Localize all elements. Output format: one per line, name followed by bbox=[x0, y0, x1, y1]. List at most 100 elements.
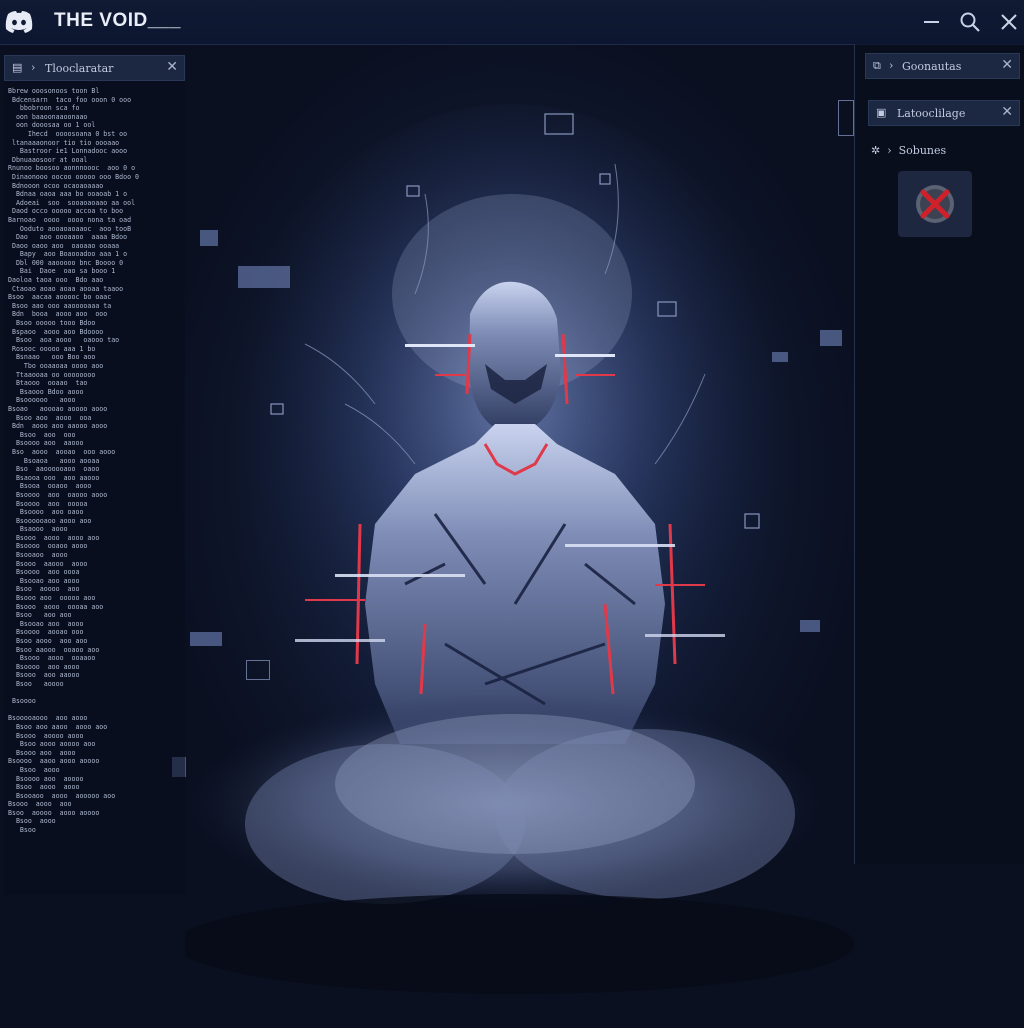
log-line: Bsooo aooo ooaaoo bbox=[8, 654, 96, 663]
close-icon[interactable]: ✕ bbox=[1001, 57, 1013, 73]
left-log-panel: ▤ › Tlooclaratar ✕ Bbrew ooosonoos toon … bbox=[4, 55, 185, 895]
log-line: oon baaoonaaoonaao bbox=[8, 112, 88, 121]
folder-icon: ⧉ bbox=[873, 59, 881, 72]
log-line: Ihecd oooosoana 0 bst oo bbox=[8, 129, 128, 138]
log-line: Bsoooo aoo oaooo aooo bbox=[8, 490, 108, 499]
log-line: Bsoo aaooo ooaoo aoo bbox=[8, 645, 100, 654]
log-line: Bdn booa aooo aoo ooo bbox=[8, 310, 108, 319]
log-line: Bsaooo Bdoo aooo bbox=[8, 387, 84, 396]
log-line: Bbrew ooosonoos toon Bl bbox=[8, 87, 100, 95]
log-line: Bsoo aoo aooo ooa bbox=[8, 413, 92, 422]
log-line: Bsoooo aoo ooooa bbox=[8, 499, 88, 508]
title-bar: THE VOID___ bbox=[0, 0, 1024, 45]
minimize-icon[interactable] bbox=[918, 9, 944, 35]
log-line: Dao aoo oooaaoo aaaa Bdoo bbox=[8, 233, 128, 242]
log-line: Daoloa taoa ooo Bdo aao bbox=[8, 276, 104, 285]
log-line: Bspaoo aooo aoo Bdoooo bbox=[8, 327, 104, 336]
left-panel-title: Tlooclaratar bbox=[45, 62, 114, 75]
log-line: Barnoao oooo oooo nona ta oad bbox=[8, 215, 132, 224]
log-output: Bbrew ooosonoos toon Bl Bdcensarn taco f… bbox=[8, 87, 184, 887]
log-line: Tbo ooaaoaa oooo aoo bbox=[8, 362, 104, 370]
log-line: Bsooo aooo aoo bbox=[8, 800, 72, 809]
section-header[interactable]: ✲ › Sobunes bbox=[871, 144, 946, 157]
log-line: Ttaaooaa oo oooooooo bbox=[8, 370, 96, 379]
log-line: Bsoo aao ooo aaooooaaa ta bbox=[8, 301, 112, 310]
log-line: Bsoo aoo aoo bbox=[8, 611, 72, 620]
log-line: Bsoo aacaa aooooc bo oaac bbox=[8, 293, 112, 302]
log-line: Bso aooo aooao ooo aooo bbox=[8, 447, 116, 456]
log-line: Bdn aooo aoo aaooo aooo bbox=[8, 422, 108, 431]
log-line: Bsaooo aooo bbox=[8, 525, 68, 534]
log-line: Bsnaao ooo Boo aoo bbox=[8, 353, 96, 362]
log-line: Bsooo aoo aaooo bbox=[8, 671, 80, 680]
log-line: Bsoo aooo aoooo aoo bbox=[8, 740, 96, 749]
log-line: Dbnuaaosoor at ooal bbox=[8, 155, 88, 164]
log-line: Bsoo aoo aaoo aooo aoo bbox=[8, 722, 108, 731]
panel-folder-header[interactable]: ⧉ › Goonautas ✕ bbox=[865, 53, 1020, 79]
log-line: Rosooc ooooo aaa 1 bo bbox=[8, 344, 96, 353]
log-line: Bsoo aoooo aoo bbox=[8, 585, 80, 594]
close-icon[interactable]: ✕ bbox=[166, 59, 178, 75]
log-line: Bsooao aoo aooo bbox=[8, 576, 80, 585]
log-line: Adoeai soo sooaoaoaao aa ool bbox=[8, 198, 136, 207]
error-tile[interactable] bbox=[898, 171, 972, 237]
section-label: Sobunes bbox=[898, 144, 947, 157]
log-line: Bsooao aoo aooo bbox=[8, 619, 84, 628]
log-line: ltanaaaonoor tio tio oooaao bbox=[8, 138, 120, 147]
log-line: Dinaonooo oocoo ooooo ooo Bdoo 0 bbox=[8, 172, 140, 181]
glitch-outline bbox=[838, 100, 854, 136]
log-line: Bsooo aaooo aooo bbox=[8, 559, 88, 568]
log-line: Bsoooo aoo aoooo bbox=[8, 774, 84, 783]
log-line: Daoo oaoo aoo oaoaao ooaaa bbox=[8, 241, 120, 250]
log-line: Bsoao aoooao aoooo aooo bbox=[8, 404, 108, 413]
glitch-block bbox=[200, 230, 218, 246]
log-line: Bsooo aooo aooo aoo bbox=[8, 533, 100, 542]
log-line: Bsoo aooo aooo bbox=[8, 783, 80, 792]
log-line: Bsooo aoo ooooo aoo bbox=[8, 594, 96, 603]
log-line: Dbl 000 aaooooo bnc Boooo 0 bbox=[8, 258, 124, 267]
log-line: Bsooaoo aooo bbox=[8, 551, 68, 560]
log-line: Bdcensarn taco foo ooon 0 ooo bbox=[8, 95, 132, 104]
log-line: Bsooooaooo aoo aooo bbox=[8, 714, 88, 723]
close-icon[interactable] bbox=[996, 9, 1022, 35]
log-line: Bsoo bbox=[8, 826, 36, 835]
panel-folder-label: Goonautas bbox=[902, 60, 962, 73]
log-line: Bsoooo ooaoo aooo bbox=[8, 542, 88, 551]
log-line: Bsoooo aoo aaooo bbox=[8, 439, 84, 448]
log-line: Bsoo aoooo aooo aoooo bbox=[8, 808, 100, 817]
settings-icon: ✲ bbox=[871, 144, 881, 157]
log-line: Bsoooooo aooo bbox=[8, 396, 76, 405]
glitch-block bbox=[800, 620, 820, 632]
log-line: Bapy aoo Boaooadoo aaa 1 o bbox=[8, 250, 128, 259]
discord-logo-icon[interactable] bbox=[4, 8, 34, 34]
left-panel-header[interactable]: ▤ › Tlooclaratar ✕ bbox=[4, 55, 185, 81]
search-icon[interactable] bbox=[957, 9, 983, 35]
console-icon: ▤ bbox=[12, 61, 23, 74]
log-line: Bsooo aoooo aooo bbox=[8, 731, 84, 740]
error-x-icon bbox=[916, 185, 954, 223]
log-line: Bsoo aoo ooo bbox=[8, 430, 76, 439]
log-line: Bsoooo aooao ooo bbox=[8, 628, 84, 637]
log-line: Bsooa ooaoo aooo bbox=[8, 482, 92, 491]
right-panel: ⧉ › Goonautas ✕ ▣ Latooclilage ✕ ✲ › Sob… bbox=[854, 44, 1024, 864]
panel-image-header[interactable]: ▣ Latooclilage ✕ bbox=[868, 100, 1020, 126]
log-line: Bsoo aoa aooo oaooo tao bbox=[8, 336, 120, 345]
log-line: Bsoo aooo bbox=[8, 765, 60, 774]
log-line: Rnunoo boosoo aonnnoooc aoo 0 o bbox=[8, 164, 136, 173]
log-line: oon dooosaa oo 1 ool bbox=[8, 121, 96, 130]
log-line: Ctaoao aoao aoaa aooaa taaoo bbox=[8, 284, 124, 293]
glitch-block bbox=[190, 632, 222, 646]
log-line: Bsoooo bbox=[8, 697, 36, 706]
log-line: Bdnooon ocoo ocaoaoaaao bbox=[8, 181, 104, 190]
image-icon: ▣ bbox=[876, 106, 887, 119]
log-line: Bsoo aooo bbox=[8, 817, 56, 826]
glitch-block bbox=[820, 330, 842, 346]
close-icon[interactable]: ✕ bbox=[1001, 104, 1013, 120]
log-line: Bsaooa ooo aoo aaooo bbox=[8, 473, 100, 482]
log-line: bbobroon sca fo bbox=[8, 104, 80, 113]
glitch-figure-artwork bbox=[175, 44, 855, 1024]
app-title: THE VOID___ bbox=[54, 10, 181, 31]
chevron-right-icon: › bbox=[31, 61, 36, 74]
log-line: Bsoo aoooo bbox=[8, 679, 64, 688]
